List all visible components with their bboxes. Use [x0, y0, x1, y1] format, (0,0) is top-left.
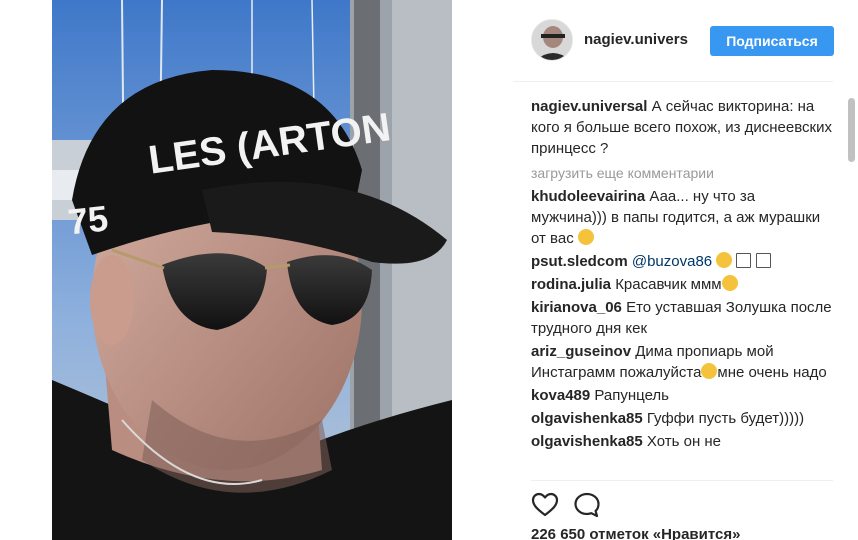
- scrollbar-thumb[interactable]: [848, 98, 855, 162]
- comment-item: kova489 Рапунцель: [531, 385, 833, 406]
- post-side-panel: nagiev.univers Подписаться nagiev.univer…: [513, 0, 858, 540]
- comment-text: Красавчик ммм: [615, 276, 722, 293]
- comments-scrollbar[interactable]: [848, 88, 856, 478]
- caption-username[interactable]: nagiev.universal: [531, 98, 647, 115]
- avatar[interactable]: [531, 19, 573, 61]
- follow-button[interactable]: Подписаться: [710, 26, 834, 56]
- comment-item: olgavishenka85 Гуффи пусть будет))))): [531, 408, 833, 429]
- divider: [531, 480, 833, 481]
- comment-username[interactable]: khudoleevairina: [531, 188, 645, 205]
- left-gutter: [0, 0, 52, 540]
- heart-eyes-emoji-icon: [721, 275, 738, 291]
- comment-username[interactable]: ariz_guseinov: [531, 343, 631, 360]
- header-username[interactable]: nagiev.univers: [584, 31, 690, 48]
- load-more-comments-link[interactable]: загрузить еще комментарии: [531, 162, 833, 184]
- crying-face-emoji-icon: [701, 363, 718, 379]
- unknown-glyph-icon: [736, 253, 752, 268]
- laughing-crying-emoji-icon: [716, 252, 733, 268]
- comment-text: Хоть он не: [646, 433, 722, 450]
- comment-item: khudoleevairina Ааа... ну что за мужчина…: [531, 186, 833, 249]
- unknown-glyph-icon: [755, 253, 771, 268]
- comment-username[interactable]: psut.sledcom: [531, 253, 628, 270]
- wink-face-emoji-icon: [577, 229, 594, 245]
- post-header: nagiev.univers Подписаться: [513, 0, 834, 82]
- comment-text: Гуффи пусть будет))))): [646, 410, 805, 427]
- likes-count[interactable]: 226 650 отметок «Нравится»: [531, 526, 740, 540]
- comment-text-continued: мне очень надо: [717, 364, 827, 381]
- post-caption: nagiev.universal А сейчас викторина: на …: [531, 96, 833, 159]
- comment-username[interactable]: olgavishenka85: [531, 433, 643, 450]
- comment-item: kirianova_06 Ето уставшая Золушка после …: [531, 297, 833, 339]
- cap-number: 75: [66, 197, 110, 242]
- heart-outline-icon[interactable]: [531, 492, 559, 518]
- comment-item: psut.sledcom @buzova86: [531, 251, 833, 272]
- comment-item: rodina.julia Красавчик ммм: [531, 274, 833, 295]
- post-photo: LES (ARTON 75: [52, 0, 452, 540]
- speech-bubble-icon[interactable]: [573, 492, 601, 518]
- comment-mention-link[interactable]: @buzova86: [632, 253, 712, 270]
- comments-list[interactable]: nagiev.universal А сейчас викторина: на …: [531, 96, 833, 478]
- comment-item: ariz_guseinov Дима пропиарь мой Инстагра…: [531, 341, 833, 383]
- comment-username[interactable]: olgavishenka85: [531, 410, 643, 427]
- comment-item: olgavishenka85 Хоть он не: [531, 431, 833, 452]
- comment-text: Рапунцель: [594, 387, 669, 404]
- comment-username[interactable]: kirianova_06: [531, 299, 622, 316]
- comment-username[interactable]: kova489: [531, 387, 590, 404]
- comment-username[interactable]: rodina.julia: [531, 276, 611, 293]
